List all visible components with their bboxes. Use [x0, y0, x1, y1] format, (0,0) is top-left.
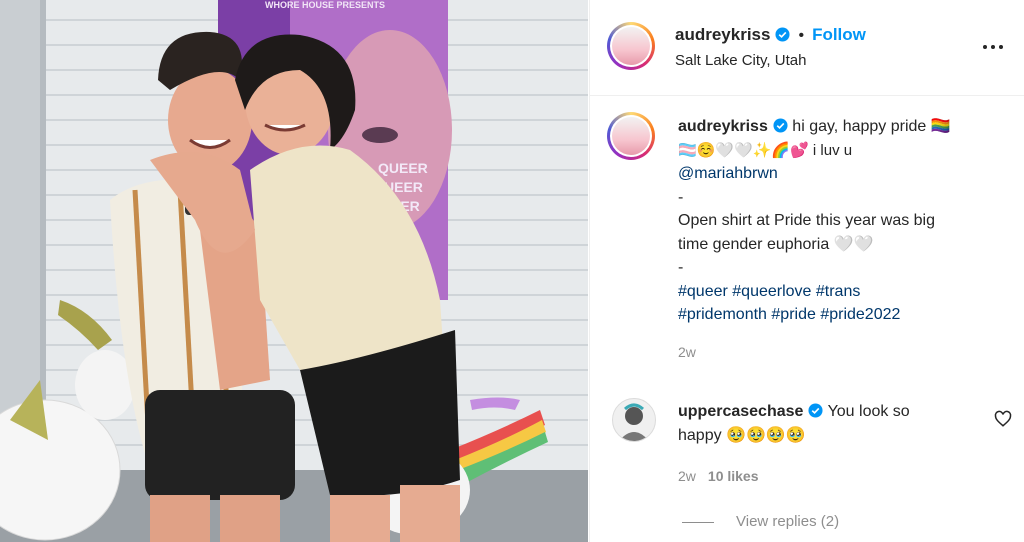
- comment-meta: 2w 10 likes: [678, 468, 759, 484]
- author-avatar[interactable]: [607, 22, 655, 70]
- caption-line-2: 🏳️‍⚧️☺️🤍🤍✨🌈💕 i luv u: [678, 141, 853, 159]
- caption-hashtags-1[interactable]: #queer #queerlove #trans: [678, 280, 998, 304]
- caption-dash-1: -: [678, 188, 684, 206]
- post-side-panel: audreykriss • Follow Salt Lake City, Utah …: [589, 0, 1024, 542]
- caption-username[interactable]: audreykriss: [678, 118, 768, 135]
- comment-text-1: You look so: [827, 403, 910, 420]
- caption-text-1: Open shirt at Pride this year was big: [678, 212, 936, 229]
- verified-badge-icon: [775, 27, 790, 42]
- view-replies-button[interactable]: View replies (2): [682, 513, 839, 530]
- verified-badge-icon: [808, 403, 823, 418]
- commenter-avatar[interactable]: [612, 398, 656, 442]
- header-user-row: audreykriss • Follow: [675, 25, 866, 45]
- replies-divider: [682, 521, 714, 523]
- poster-line-1: QUEER: [378, 160, 428, 176]
- caption-avatar[interactable]: [607, 112, 655, 160]
- caption-timestamp[interactable]: 2w: [678, 341, 998, 365]
- caption-mention-link[interactable]: @mariahbrwn: [678, 162, 998, 186]
- caption-text-2: time gender euphoria 🤍🤍: [678, 235, 874, 253]
- caption-dash-2: -: [678, 259, 684, 276]
- caption-hashtags-2[interactable]: #pridemonth #pride #pride2022: [678, 303, 998, 327]
- comment-timestamp[interactable]: 2w: [678, 468, 696, 484]
- caption-line-1: hi gay, happy pride 🏳️‍🌈: [792, 118, 951, 135]
- comment-text-2: happy 🥹🥹🥹🥹: [678, 427, 806, 444]
- poster-header: WHORE HOUSE PRESENTS: [265, 0, 385, 10]
- post-caption: audreykriss hi gay, happy pride 🏳️‍🌈 🏳️‍…: [678, 115, 998, 364]
- author-username[interactable]: audreykriss: [675, 25, 770, 44]
- follow-button[interactable]: Follow: [812, 25, 866, 44]
- more-options-icon[interactable]: [981, 36, 1005, 49]
- comment-username[interactable]: uppercasechase: [678, 403, 803, 420]
- photo-illustration: WHORE HOUSE PRESENTS QUEER UEER EER: [0, 0, 588, 542]
- view-replies-label: View replies (2): [736, 513, 840, 530]
- post-location[interactable]: Salt Lake City, Utah: [675, 52, 806, 69]
- comment-likes[interactable]: 10 likes: [708, 468, 759, 484]
- like-comment-heart-icon[interactable]: [994, 410, 1012, 428]
- header-separator: •: [798, 27, 805, 44]
- post-header: audreykriss • Follow Salt Lake City, Utah: [590, 0, 1024, 96]
- verified-badge-icon: [773, 118, 788, 133]
- comment-item: uppercasechase You look so happy 🥹🥹🥹🥹: [678, 400, 978, 448]
- post-photo[interactable]: WHORE HOUSE PRESENTS QUEER UEER EER: [0, 0, 588, 542]
